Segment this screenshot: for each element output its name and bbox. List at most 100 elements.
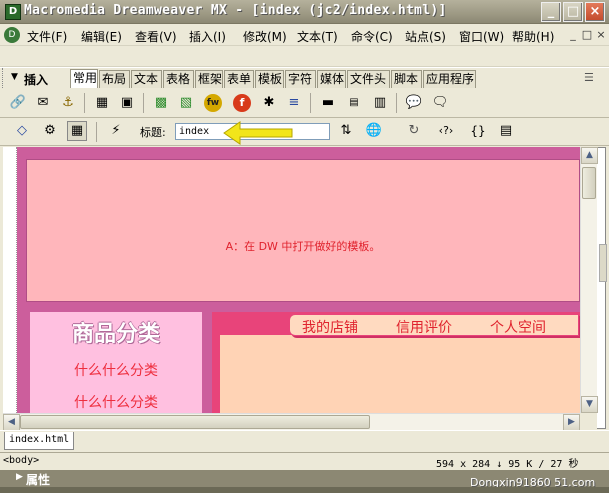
title-label: 标题: [140,126,166,139]
expand-arrow-icon[interactable]: ▼ [11,72,18,82]
doc-close-button[interactable]: × [594,28,608,42]
tab-tables[interactable]: 表格 [163,70,194,88]
vertical-scroll-thumb[interactable] [582,167,596,199]
date-icon[interactable]: ▤ [344,93,364,113]
email-link-icon[interactable]: ✉ [33,93,53,113]
fireworks-icon[interactable]: fw [204,94,222,112]
scrollbar-corner [580,413,597,430]
menu-window[interactable]: 窗口(W) [459,28,504,45]
design-view-icon[interactable]: ▦ [67,121,87,141]
window-size-info: 594 x 284 ↓ 95 K / 27 秒 [436,459,579,470]
image-icon[interactable]: ▩ [151,93,171,113]
image-placeholder-icon[interactable]: ▧ [176,93,196,113]
separator [84,93,85,113]
tab-forms[interactable]: 表单 [224,70,254,88]
bottom-strip [0,487,609,493]
category-item[interactable]: 什么什么分类 [30,392,202,412]
page-canvas[interactable]: A：在 DW 中打开做好的模板。 商品分类 什么什么分类 什么什么分类 我的店铺… [17,147,580,413]
main-panel: 我的店铺 信用评价 个人空间 [212,312,580,413]
navigation-bar-icon[interactable]: ≡ [284,93,304,113]
reference-icon[interactable]: ‹?› [432,121,460,141]
doc-restore-button[interactable]: □ [580,28,594,42]
file-tab-bar: index.html [0,430,609,452]
panel-splitter-handle[interactable] [599,244,607,282]
anchor-icon[interactable]: ⚓ [58,93,78,113]
scroll-down-icon[interactable]: ▼ [581,396,598,413]
nav-link-my-shop[interactable]: 我的店铺 [302,317,358,337]
category-title: 商品分类 [71,322,160,347]
menu-insert[interactable]: 插入(I) [189,28,226,45]
menu-view[interactable]: 查看(V) [135,28,177,45]
category-item[interactable]: 什么什么分类 [30,360,202,380]
separator [396,93,397,113]
refresh-icon[interactable]: ↻ [404,121,424,141]
document-toolbar: ◇ ⚙ ▦ ⚡ 标题: index ⇅ 🌐 ↻ ‹?› {} ▤ [0,118,609,146]
close-button[interactable]: × [585,2,605,22]
minimize-button[interactable]: _ [541,2,561,22]
menu-commands[interactable]: 命令(C) [351,28,393,45]
maximize-button[interactable]: □ [563,2,583,22]
status-bar: <body> 594 x 284 ↓ 95 K / 27 秒 [0,452,609,470]
expand-arrow-icon[interactable]: ▶ [16,472,23,482]
tab-layout[interactable]: 布局 [99,70,130,88]
vertical-scrollbar[interactable]: ▲ ▼ [580,147,598,413]
top-banner: A：在 DW 中打开做好的模板。 [26,159,580,302]
code-navigation-icon[interactable]: {} [466,121,490,141]
menu-site[interactable]: 站点(S) [405,28,446,45]
view-options-icon[interactable]: ▤ [496,121,516,141]
horizontal-scroll-thumb[interactable] [20,415,370,429]
horizontal-rule-icon[interactable]: ▬ [318,93,338,113]
split-view-icon[interactable]: ⚙ [40,121,60,141]
panel-grip[interactable] [2,68,5,88]
nav-link-credit-rating[interactable]: 信用评价 [396,317,452,337]
separator [96,122,97,142]
category-panel: 商品分类 什么什么分类 什么什么分类 [30,312,202,413]
nav-link-personal-space[interactable]: 个人空间 [490,317,546,337]
comment-icon[interactable]: 💬 [404,93,424,113]
hyperlink-icon[interactable]: 🔗 [8,93,28,113]
rollover-icon[interactable]: ✱ [259,93,279,113]
scroll-right-icon[interactable]: ▶ [563,414,580,431]
tab-templates[interactable]: 模板 [255,70,284,88]
file-tab-index[interactable]: index.html [4,432,74,450]
table-icon[interactable]: ▦ [92,93,112,113]
scroll-left-icon[interactable]: ◀ [3,414,20,431]
document-icon: D [4,27,20,43]
toolbar-spacer [0,47,609,67]
preview-browser-icon[interactable]: 🌐 [364,121,384,141]
left-margin [3,147,17,413]
horizontal-scrollbar[interactable]: ◀ ▶ [3,413,580,431]
menu-text[interactable]: 文本(T) [297,28,338,45]
tab-frames[interactable]: 框架 [195,70,223,88]
layer-icon[interactable]: ▣ [117,93,137,113]
tabular-data-icon[interactable]: ▥ [370,93,390,113]
separator [310,93,311,113]
tab-application[interactable]: 应用程序 [423,70,476,88]
tab-characters[interactable]: 字符 [285,70,316,88]
menu-edit[interactable]: 编辑(E) [81,28,122,45]
insert-panel-label: 插入 [24,73,49,87]
menu-file[interactable]: 文件(F) [27,28,67,45]
file-management-icon[interactable]: ⇅ [336,121,356,141]
doc-minimize-button[interactable]: _ [566,28,580,42]
tab-common[interactable]: 常用 [70,69,98,88]
separator [143,93,144,113]
scroll-up-icon[interactable]: ▲ [581,147,598,164]
title-bar: D Macromedia Dreamweaver MX - [index (jc… [0,0,609,24]
code-view-icon[interactable]: ◇ [12,121,32,141]
annotation-arrow [223,121,293,145]
nav-bar: 我的店铺 信用评价 个人空间 [289,314,579,336]
menu-modify[interactable]: 修改(M) [243,28,287,45]
insert-icons-row: 🔗 ✉ ⚓ ▦ ▣ ▩ ▧ fw f ✱ ≡ ▬ ▤ ▥ 💬 🗨 [0,88,609,118]
tab-media[interactable]: 媒体 [317,70,346,88]
live-data-icon[interactable]: ⚡ [106,121,126,141]
panel-options-icon[interactable]: ☰ [584,71,594,84]
tab-script[interactable]: 脚本 [391,70,422,88]
tag-selector[interactable]: <body> [3,455,39,466]
dreamweaver-icon: D [5,4,21,20]
flash-icon[interactable]: f [233,94,251,112]
menu-help[interactable]: 帮助(H) [512,28,554,45]
tag-chooser-icon[interactable]: 🗨 [430,93,450,113]
tab-head[interactable]: 文件头 [347,70,390,88]
tab-text[interactable]: 文本 [131,70,162,88]
